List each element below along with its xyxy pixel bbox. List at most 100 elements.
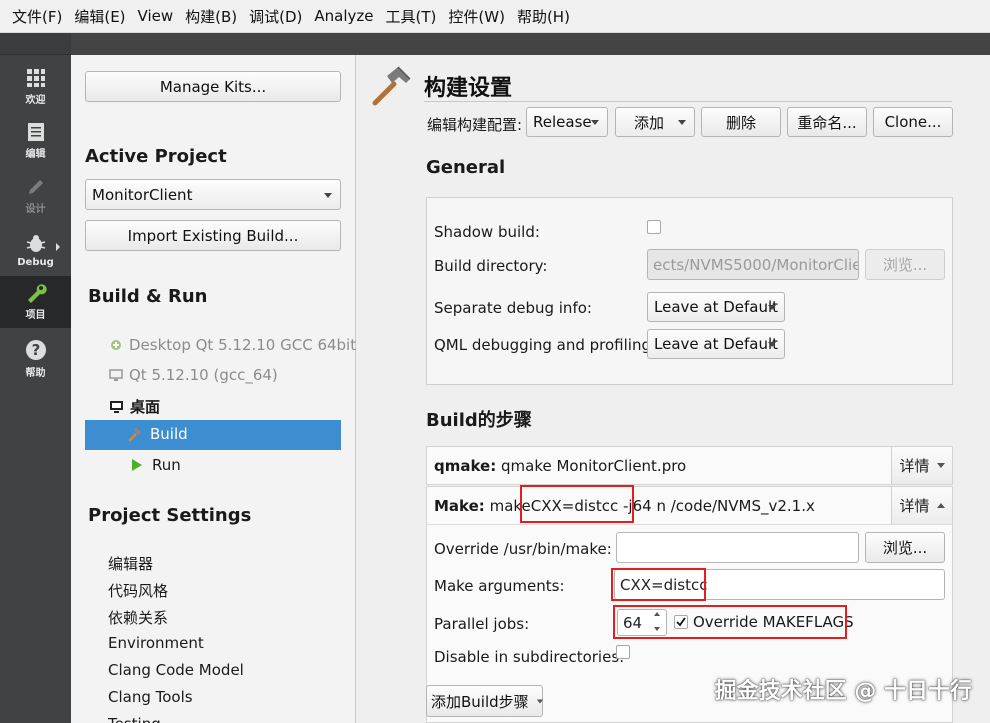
kit-desktop[interactable]: Desktop Qt 5.12.10 GCC 64bit: [109, 336, 356, 354]
separate-debug-value: Leave at Default: [654, 298, 779, 316]
chevron-down-icon: [324, 192, 332, 198]
qml-debug-select[interactable]: Leave at Default: [647, 329, 785, 359]
chevron-down-icon: [591, 120, 599, 125]
menu-build[interactable]: 构建(B): [179, 6, 243, 27]
shadow-build-checkbox[interactable]: [647, 220, 661, 234]
separate-debug-label: Separate debug info:: [434, 299, 592, 317]
settings-testing[interactable]: Testing: [108, 715, 161, 723]
browse-build-dir-button[interactable]: 浏览...: [865, 249, 945, 280]
qmake-step-command: qmake MonitorClient.pro: [501, 457, 687, 475]
run-item[interactable]: Run: [131, 456, 181, 474]
mode-design[interactable]: 设计: [0, 170, 71, 222]
annotation-box-make-cmd: [520, 485, 634, 523]
general-title: General: [426, 157, 506, 178]
project-settings-title: Project Settings: [88, 505, 252, 526]
mode-welcome-label: 欢迎: [25, 95, 46, 106]
menu-widgets[interactable]: 控件(W): [442, 6, 511, 27]
mode-welcome[interactable]: 欢迎: [0, 61, 71, 113]
shadow-build-label: Shadow build:: [434, 223, 540, 241]
delete-config-button[interactable]: 删除: [701, 107, 781, 137]
project-nav-panel: Manage Kits... Active Project MonitorCli…: [71, 33, 356, 723]
manage-kits-button[interactable]: Manage Kits...: [85, 71, 341, 102]
menu-tools[interactable]: 工具(T): [380, 6, 443, 27]
build-item-selected[interactable]: Build: [85, 420, 341, 450]
chevron-down-icon: [678, 120, 686, 125]
clone-config-button[interactable]: Clone...: [873, 107, 953, 137]
make-details-button[interactable]: 详情: [891, 487, 952, 524]
nav-panel-header: [71, 33, 356, 55]
annotation-box-parallel: [613, 605, 847, 639]
menubar: 文件(F) 编辑(E) View 构建(B) 调试(D) Analyze 工具(…: [0, 0, 990, 33]
kit-zhuomian-label: 桌面: [130, 398, 161, 416]
watermark: 掘金技术社区 @ 十日十行: [714, 679, 972, 704]
chevron-down-icon: [768, 305, 776, 310]
kit-qt[interactable]: Qt 5.12.10 (gcc_64): [109, 366, 278, 384]
menu-view[interactable]: View: [132, 7, 180, 25]
settings-editor[interactable]: 编辑器: [108, 553, 153, 574]
expand-arrow-icon: [56, 243, 60, 251]
kit-desktop-label: Desktop Qt 5.12.10 GCC 64bit: [129, 336, 357, 354]
add-build-step-button[interactable]: 添加Build步骤: [426, 685, 543, 717]
add-config-label: 添加: [634, 113, 665, 132]
chevron-up-icon: [936, 503, 945, 508]
qmake-details-button[interactable]: 详情: [891, 447, 952, 484]
make-details-label: 详情: [899, 497, 930, 515]
build-steps-title: Build的步骤: [426, 410, 532, 431]
override-make-input[interactable]: [616, 532, 859, 563]
play-icon: [132, 459, 142, 471]
qml-debug-value: Leave at Default: [654, 335, 779, 353]
settings-dependencies[interactable]: 依赖关系: [108, 607, 168, 628]
build-directory-input[interactable]: ects/NVMS5000/MonitorClient: [647, 249, 859, 280]
monitor-icon: [110, 400, 123, 413]
active-project-value: MonitorClient: [92, 185, 193, 204]
mode-help[interactable]: ? 帮助: [0, 333, 71, 385]
chevron-down-icon: [768, 342, 776, 347]
grid-icon: [26, 69, 45, 87]
mode-debug[interactable]: Debug: [0, 225, 71, 277]
kit-qt-label: Qt 5.12.10 (gcc_64): [129, 366, 278, 384]
settings-clang-code-model[interactable]: Clang Code Model: [108, 661, 244, 679]
kit-plus-icon: [111, 340, 121, 350]
mode-projects[interactable]: 项目: [0, 276, 71, 328]
add-build-step-label: 添加Build步骤: [431, 692, 529, 711]
build-directory-label: Build directory:: [434, 257, 548, 275]
mode-projects-label: 项目: [25, 310, 46, 321]
mode-design-label: 设计: [25, 204, 46, 215]
monitor-small-icon: [109, 369, 123, 381]
menu-debug[interactable]: 调试(D): [243, 6, 308, 27]
active-project-select[interactable]: MonitorClient: [85, 179, 341, 210]
disable-subdirs-checkbox[interactable]: [616, 645, 630, 659]
menu-help[interactable]: 帮助(H): [511, 6, 576, 27]
chevron-down-icon: [936, 463, 945, 468]
mode-edit-label: 编辑: [25, 149, 46, 160]
settings-code-style[interactable]: 代码风格: [108, 580, 168, 601]
build-config-select[interactable]: Release: [526, 107, 608, 137]
import-build-button[interactable]: Import Existing Build...: [85, 220, 341, 251]
qmake-step-label: qmake:: [434, 457, 497, 475]
run-item-label: Run: [152, 456, 181, 474]
rename-config-button[interactable]: 重命名...: [787, 107, 867, 137]
make-step-label: Make:: [434, 497, 485, 515]
wrench-icon: [27, 284, 47, 303]
browse-make-button[interactable]: 浏览...: [865, 532, 945, 563]
annotation-box-make-args: [611, 568, 706, 601]
build-settings-panel: 构建设置 编辑构建配置: Release 添加 删除 重命名... Clone.…: [356, 33, 990, 723]
active-project-title: Active Project: [85, 146, 227, 167]
mode-bar-header: [0, 33, 71, 55]
kit-zhuomian[interactable]: 桌面: [109, 396, 160, 417]
build-run-title: Build & Run: [88, 286, 208, 307]
separate-debug-select[interactable]: Leave at Default: [647, 292, 785, 322]
mode-edit[interactable]: 编辑: [0, 115, 71, 167]
settings-environment[interactable]: Environment: [108, 634, 204, 652]
menu-analyze[interactable]: Analyze: [308, 7, 379, 25]
hammer-icon: [372, 66, 411, 106]
add-config-button[interactable]: 添加: [615, 107, 695, 137]
build-config-value: Release: [533, 113, 592, 131]
mode-help-label: 帮助: [25, 368, 46, 379]
svg-text:?: ?: [31, 341, 40, 359]
menu-file[interactable]: 文件(F): [6, 6, 68, 27]
menu-edit[interactable]: 编辑(E): [68, 6, 131, 27]
make-arguments-label: Make arguments:: [434, 577, 565, 595]
settings-clang-tools[interactable]: Clang Tools: [108, 688, 193, 706]
main-panel-header: [356, 33, 990, 55]
